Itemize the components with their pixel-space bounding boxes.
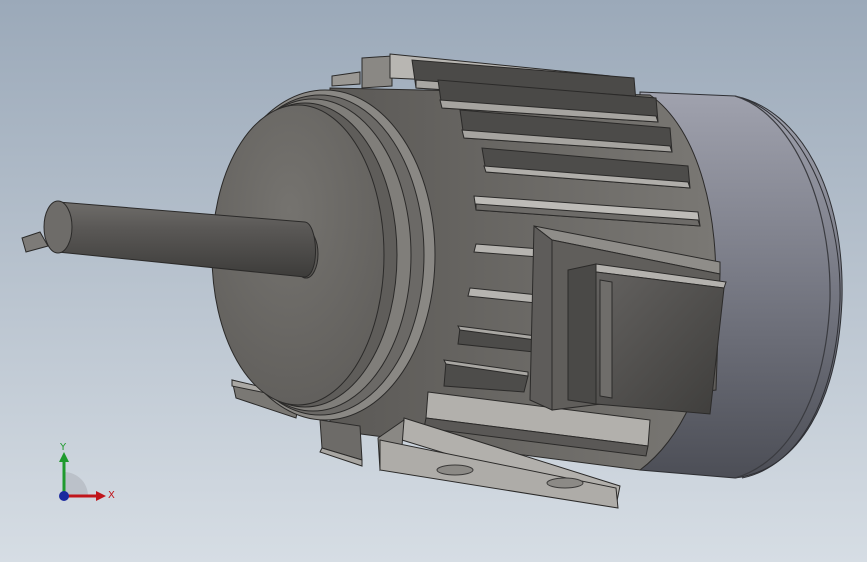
- x-axis-label: X: [108, 490, 115, 501]
- motor-model[interactable]: [0, 0, 867, 562]
- triad-quarter-disc: [64, 472, 88, 496]
- y-axis-arrow: [59, 452, 69, 462]
- cad-viewport[interactable]: Y X: [0, 0, 867, 562]
- z-axis-dot: [59, 491, 69, 501]
- axis-triad: Y X: [59, 442, 115, 501]
- x-axis-arrow: [96, 491, 106, 501]
- y-axis-label: Y: [59, 442, 67, 453]
